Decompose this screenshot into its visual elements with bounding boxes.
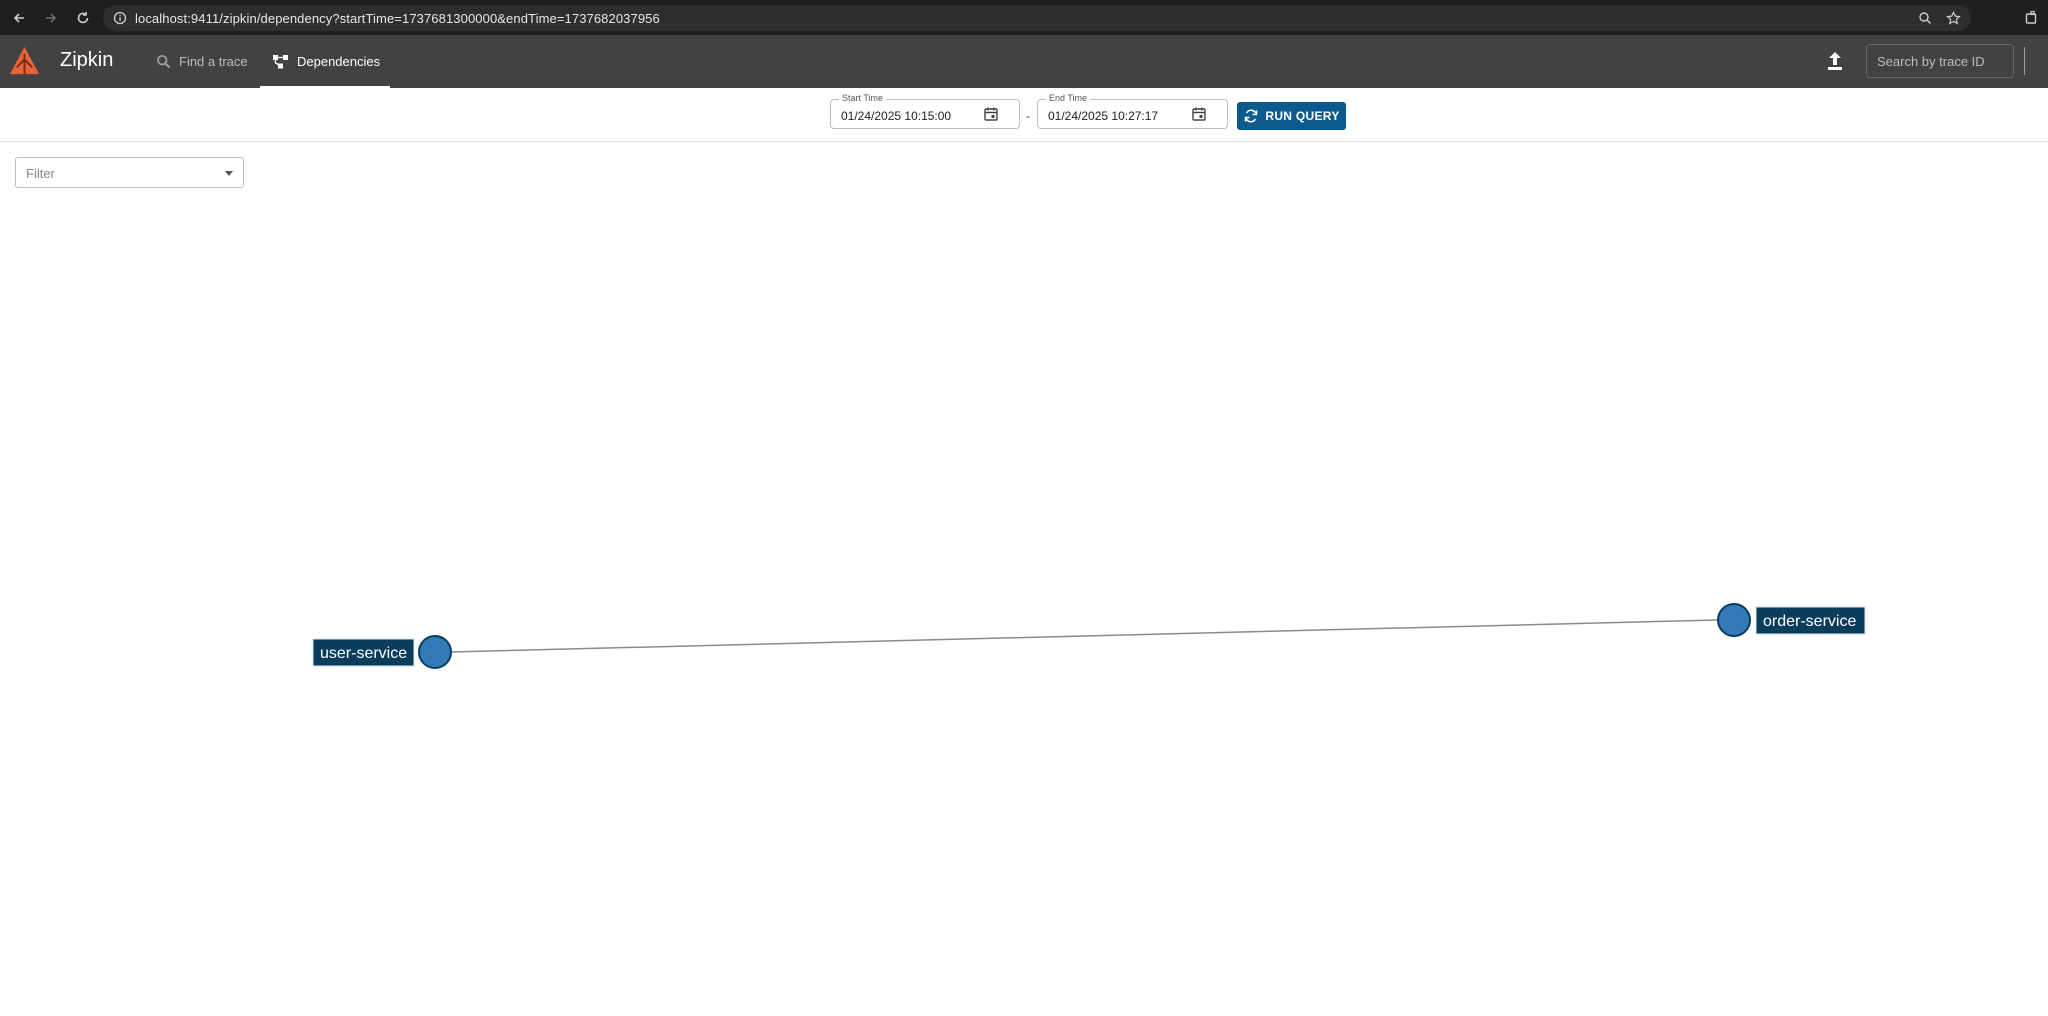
- browser-toolbar: localhost:9411/zipkin/dependency?startTi…: [0, 0, 2048, 35]
- graph-node-order-service[interactable]: order-service: [1717, 603, 1866, 637]
- start-time-label: Start Time: [839, 93, 887, 103]
- header-divider: [2024, 47, 2025, 75]
- dependency-graph-icon: [273, 55, 288, 69]
- arrow-right-icon: [46, 12, 57, 23]
- node-circle-user-service[interactable]: [418, 635, 452, 669]
- nav-tab-find-trace-label: Find a trace: [179, 54, 248, 69]
- end-time-value: 01/24/2025 10:27:17: [1048, 109, 1159, 123]
- dependency-graph[interactable]: user-service order-service: [0, 143, 2048, 1016]
- calendar-icon[interactable]: [1191, 106, 1207, 122]
- url-text: localhost:9411/zipkin/dependency?startTi…: [135, 10, 660, 26]
- info-icon: [113, 11, 127, 25]
- end-time-field[interactable]: End Time 01/24/2025 10:27:17: [1037, 93, 1228, 129]
- start-time-field[interactable]: Start Time 01/24/2025 10:15:00: [830, 93, 1020, 129]
- graph-edge-user-service-order-service[interactable]: [449, 619, 1718, 653]
- calendar-icon[interactable]: [983, 106, 999, 122]
- query-bar: Start Time 01/24/2025 10:15:00 - End Tim…: [0, 88, 2048, 142]
- zipkin-logo-icon[interactable]: [8, 45, 41, 78]
- nav-tab-find-trace[interactable]: Find a trace: [156, 35, 248, 88]
- node-label-user-service: user-service: [320, 645, 407, 662]
- graph-node-user-service[interactable]: user-service: [312, 635, 452, 669]
- reload-icon: [77, 11, 89, 23]
- start-time-value: 01/24/2025 10:15:00: [841, 109, 952, 123]
- node-circle-order-service[interactable]: [1717, 603, 1751, 637]
- node-label-order-service: order-service: [1763, 613, 1856, 630]
- end-time-label: End Time: [1046, 93, 1091, 103]
- bookmark-star-icon[interactable]: [1946, 10, 1961, 26]
- search-icon: [156, 54, 171, 69]
- refresh-icon: [1245, 109, 1258, 123]
- app-header: Zipkin Find a trace Dependencies: [0, 35, 2048, 88]
- brand-title[interactable]: Zipkin: [60, 49, 113, 72]
- run-query-label: RUN QUERY: [1265, 109, 1340, 123]
- date-range-separator: -: [1026, 109, 1030, 123]
- zoom-icon[interactable]: [1918, 11, 1932, 25]
- address-bar[interactable]: localhost:9411/zipkin/dependency?startTi…: [103, 5, 1971, 31]
- reload-button[interactable]: [70, 5, 96, 31]
- trace-id-search-input[interactable]: [1866, 44, 2014, 78]
- extensions-icon[interactable]: [2024, 10, 2040, 26]
- nav-tab-dependencies[interactable]: Dependencies: [260, 35, 390, 88]
- arrow-left-icon: [13, 12, 24, 23]
- back-button[interactable]: [6, 5, 32, 31]
- run-query-button[interactable]: RUN QUERY: [1237, 102, 1346, 130]
- nav-tab-dependencies-label: Dependencies: [297, 54, 381, 69]
- forward-button[interactable]: [38, 5, 64, 31]
- upload-icon[interactable]: [1823, 49, 1847, 73]
